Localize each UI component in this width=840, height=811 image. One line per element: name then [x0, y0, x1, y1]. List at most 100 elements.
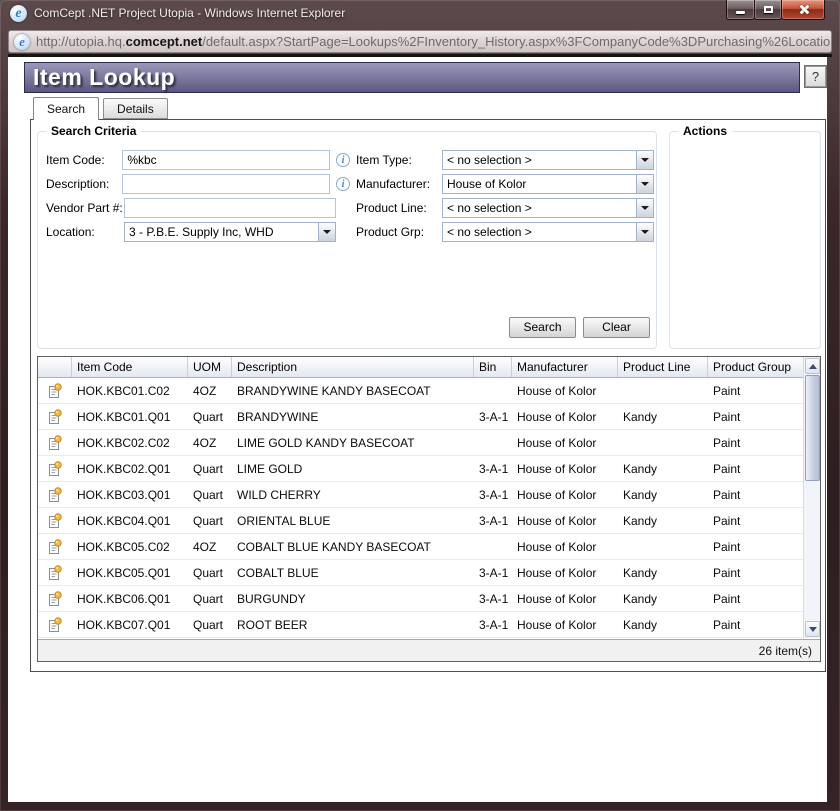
triangle-up-icon — [809, 364, 817, 369]
table-row[interactable]: HOK.KBC02.C02 4OZ LIME GOLD KANDY BASECO… — [38, 430, 803, 456]
header-description[interactable]: Description — [232, 357, 474, 377]
document-with-dot-icon — [47, 409, 63, 425]
tab-strip: Search Details — [33, 97, 168, 120]
manufacturer-value: House of Kolor — [443, 175, 636, 193]
results-header-row: Item Code UOM Description Bin Manufactur… — [38, 357, 803, 378]
location-dropdown-button[interactable] — [318, 223, 335, 241]
cell-item-code: HOK.KBC06.Q01 — [72, 592, 188, 606]
cell-item-code: HOK.KBC02.C02 — [72, 436, 188, 450]
item-detail-icon[interactable] — [38, 617, 72, 633]
item-detail-icon[interactable] — [38, 435, 72, 451]
vertical-scrollbar[interactable] — [803, 357, 820, 638]
item-detail-icon[interactable] — [38, 513, 72, 529]
cell-manufacturer: House of Kolor — [512, 540, 618, 554]
results-rows: HOK.KBC01.C02 4OZ BRANDYWINE KANDY BASEC… — [38, 378, 820, 638]
cell-description: WILD CHERRY — [232, 488, 474, 502]
cell-product-group: Paint — [708, 462, 803, 476]
close-button[interactable] — [781, 0, 825, 20]
item-type-label: Item Type: — [356, 153, 442, 167]
table-row[interactable]: HOK.KBC03.Q01 Quart WILD CHERRY 3-A-1 Ho… — [38, 482, 803, 508]
page-title: Item Lookup — [25, 64, 175, 91]
table-row[interactable]: HOK.KBC05.Q01 Quart COBALT BLUE 3-A-1 Ho… — [38, 560, 803, 586]
scroll-up-button[interactable] — [805, 358, 820, 374]
cell-description: BRANDYWINE — [232, 410, 474, 424]
table-row[interactable]: HOK.KBC06.Q01 Quart BURGUNDY 3-A-1 House… — [38, 586, 803, 612]
description-input[interactable] — [122, 174, 330, 194]
tab-search[interactable]: Search — [33, 97, 99, 120]
cell-product-line: Kandy — [618, 618, 708, 632]
product-line-value: < no selection > — [443, 199, 636, 217]
header-uom[interactable]: UOM — [188, 357, 232, 377]
chevron-down-icon — [641, 158, 649, 162]
cell-product-group: Paint — [708, 410, 803, 424]
scroll-down-button[interactable] — [805, 621, 820, 637]
item-detail-icon[interactable] — [38, 461, 72, 477]
product-line-select[interactable]: < no selection > — [442, 198, 654, 218]
product-grp-value: < no selection > — [443, 223, 636, 241]
table-row[interactable]: HOK.KBC05.C02 4OZ COBALT BLUE KANDY BASE… — [38, 534, 803, 560]
table-row[interactable]: HOK.KBC07.Q01 Quart ROOT BEER 3-A-1 Hous… — [38, 612, 803, 638]
minimize-button[interactable] — [726, 0, 755, 20]
info-icon[interactable]: i — [336, 153, 350, 167]
url-input[interactable]: e http://utopia.hq.comcept.net/default.a… — [8, 30, 832, 53]
maximize-icon — [764, 6, 773, 13]
product-grp-dropdown-button[interactable] — [636, 223, 653, 241]
browser-window: e ComCept .NET Project Utopia - Windows … — [0, 0, 840, 811]
cell-uom: 4OZ — [188, 384, 232, 398]
manufacturer-select[interactable]: House of Kolor — [442, 174, 654, 194]
window-controls — [727, 0, 825, 20]
tab-details[interactable]: Details — [103, 98, 168, 119]
cell-manufacturer: House of Kolor — [512, 384, 618, 398]
clear-button[interactable]: Clear — [583, 317, 650, 338]
cell-manufacturer: House of Kolor — [512, 410, 618, 424]
vendor-part-input[interactable] — [124, 198, 336, 218]
item-detail-icon[interactable] — [38, 539, 72, 555]
criteria-right-column: Item Type: < no selection > Manufacturer… — [356, 148, 654, 244]
item-type-select[interactable]: < no selection > — [442, 150, 654, 170]
table-row[interactable]: HOK.KBC01.Q01 Quart BRANDYWINE 3-A-1 Hou… — [38, 404, 803, 430]
item-detail-icon[interactable] — [38, 383, 72, 399]
cell-description: LIME GOLD — [232, 462, 474, 476]
cell-product-group: Paint — [708, 514, 803, 528]
header-product-line[interactable]: Product Line — [618, 357, 708, 377]
item-code-input[interactable] — [122, 150, 330, 170]
results-count: 26 item(s) — [38, 639, 820, 661]
cell-bin: 3-A-1 — [474, 618, 512, 632]
table-row[interactable]: HOK.KBC02.Q01 Quart LIME GOLD 3-A-1 Hous… — [38, 456, 803, 482]
ie-logo-icon: e — [10, 5, 27, 22]
table-row[interactable]: HOK.KBC04.Q01 Quart ORIENTAL BLUE 3-A-1 … — [38, 508, 803, 534]
location-select[interactable]: 3 - P.B.E. Supply Inc, WHD — [124, 222, 336, 242]
item-detail-icon[interactable] — [38, 565, 72, 581]
manufacturer-dropdown-button[interactable] — [636, 175, 653, 193]
header-manufacturer[interactable]: Manufacturer — [512, 357, 618, 377]
location-value: 3 - P.B.E. Supply Inc, WHD — [125, 223, 318, 241]
chevron-down-icon — [641, 206, 649, 210]
help-button[interactable]: ? — [805, 66, 826, 87]
actions-group: Actions — [669, 131, 821, 349]
product-line-dropdown-button[interactable] — [636, 199, 653, 217]
table-row[interactable]: HOK.KBC01.C02 4OZ BRANDYWINE KANDY BASEC… — [38, 378, 803, 404]
header-bin[interactable]: Bin — [474, 357, 512, 377]
criteria-left-column: Item Code: i Description: i Vendor Part … — [46, 148, 350, 244]
location-label: Location: — [46, 225, 124, 239]
chevron-down-icon — [641, 182, 649, 186]
header-product-group[interactable]: Product Group — [708, 357, 803, 377]
item-detail-icon[interactable] — [38, 487, 72, 503]
item-detail-icon[interactable] — [38, 591, 72, 607]
document-with-dot-icon — [47, 591, 63, 607]
cell-manufacturer: House of Kolor — [512, 618, 618, 632]
cell-manufacturer: House of Kolor — [512, 566, 618, 580]
header-item-code[interactable]: Item Code — [72, 357, 188, 377]
info-icon[interactable]: i — [336, 177, 350, 191]
description-label: Description: — [46, 177, 122, 191]
item-detail-icon[interactable] — [38, 409, 72, 425]
search-button[interactable]: Search — [509, 317, 576, 338]
cell-manufacturer: House of Kolor — [512, 436, 618, 450]
product-grp-select[interactable]: < no selection > — [442, 222, 654, 242]
maximize-button[interactable] — [754, 0, 782, 20]
close-icon — [798, 4, 809, 15]
item-type-dropdown-button[interactable] — [636, 151, 653, 169]
cell-description: COBALT BLUE — [232, 566, 474, 580]
manufacturer-label: Manufacturer: — [356, 177, 442, 191]
scrollbar-thumb[interactable] — [805, 375, 820, 481]
